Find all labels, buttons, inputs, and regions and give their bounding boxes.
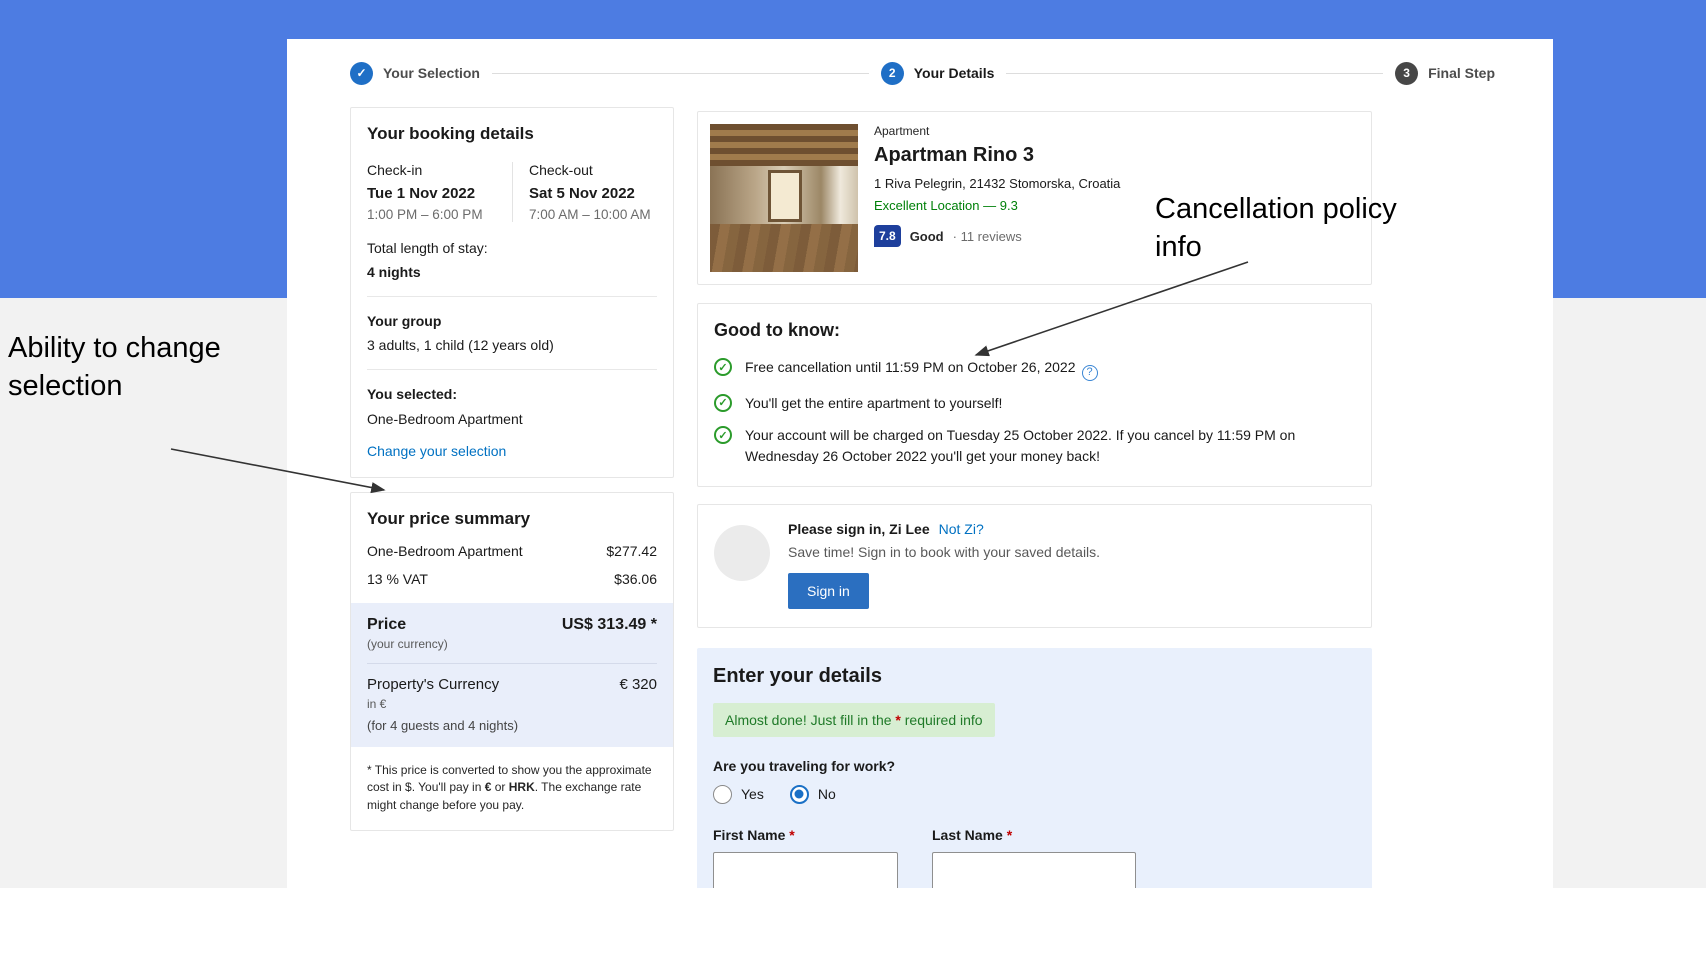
booking-details-title: Your booking details (367, 124, 534, 143)
price-highlight: Price (your currency) US$ 313.49 * Prope… (351, 603, 673, 747)
location-score: Excellent Location — 9.3 (874, 198, 1018, 213)
price-row-label: One-Bedroom Apartment (367, 543, 523, 559)
group-value: 3 adults, 1 child (12 years old) (367, 337, 554, 353)
property-currency-value: € 320 (619, 676, 657, 693)
booking-details-card: Your booking details Check-in Tue 1 Nov … (350, 107, 674, 478)
step-number-icon: 3 (1395, 61, 1419, 85)
selected-room: One-Bedroom Apartment (367, 411, 523, 427)
currency-note: (your currency) (367, 637, 448, 651)
step-label: Your Details (913, 65, 995, 81)
sign-in-button[interactable]: Sign in (788, 572, 869, 609)
property-currency-sub: in € (367, 697, 387, 711)
guests-nights-note: (for 4 guests and 4 nights) (367, 718, 519, 733)
price-row: One-Bedroom Apartment $277.42 (367, 543, 657, 559)
signin-card: Please sign in, Zi Lee Not Zi? Save time… (697, 503, 1372, 628)
first-name-field: First Name * (713, 827, 898, 888)
list-item: ✓ You'll get the entire apartment to you… (714, 393, 1355, 413)
first-name-label: First Name * (713, 826, 795, 843)
step-your-details: 2 Your Details (880, 61, 995, 85)
rating-badge: 7.8 (874, 225, 901, 247)
total-price-value: US$ 313.49 * (561, 616, 657, 633)
price-summary-title: Your price summary (367, 509, 531, 528)
last-name-label: Last Name * (932, 826, 1013, 843)
checkout-time: 7:00 AM – 10:00 AM (529, 207, 651, 222)
enter-details-title: Enter your details (713, 664, 882, 687)
divider (367, 663, 657, 664)
booking-checkout-page: ✓ Your Selection 2 Your Details 3 Final … (287, 39, 1553, 888)
price-disclaimer: * This price is converted to show you th… (367, 763, 652, 812)
checkin-date: Tue 1 Nov 2022 (367, 185, 476, 202)
radio-yes[interactable]: Yes (713, 784, 764, 804)
required-asterisk: * (789, 826, 795, 843)
selected-label: You selected: (367, 386, 457, 402)
good-to-know-card: Good to know: ✓ Free cancellation until … (697, 303, 1372, 487)
avatar (714, 524, 770, 581)
work-travel-question: Are you traveling for work? (713, 757, 896, 774)
photo-window (768, 170, 802, 222)
free-cancellation-text: Free cancellation until 11:59 PM on Octo… (745, 359, 1076, 375)
not-you-link[interactable]: Not Zi? (939, 521, 984, 537)
rating-row: 7.8 Good · 11 reviews (874, 225, 1120, 247)
step-number-icon: 2 (880, 61, 904, 85)
check-circle-icon: ✓ (350, 61, 373, 85)
enter-details-panel: Enter your details Almost done! Just fil… (697, 647, 1372, 888)
checkout-label: Check-out (529, 162, 593, 178)
annotation-cancellation-policy: Cancellation policy info (1155, 193, 1397, 263)
step-label: Your Selection (383, 65, 480, 81)
checkin-block: Check-in Tue 1 Nov 2022 1:00 PM – 6:00 P… (367, 162, 512, 222)
charge-policy-text: Your account will be charged on Tuesday … (745, 427, 1296, 464)
step-label: Final Step (1428, 65, 1496, 81)
photo-ceiling (710, 124, 858, 166)
entire-apartment-text: You'll get the entire apartment to yours… (745, 394, 1003, 411)
stay-length-value: 4 nights (367, 264, 421, 280)
photo-floor (710, 224, 858, 272)
check-icon: ✓ (714, 426, 732, 445)
divider (367, 369, 657, 370)
checkout-block: Check-out Sat 5 Nov 2022 7:00 AM – 10:00… (512, 162, 657, 222)
stepper-connector (491, 72, 869, 74)
good-to-know-title: Good to know: (714, 320, 840, 340)
checkin-label: Check-in (367, 162, 423, 178)
property-type: Apartment (874, 124, 930, 138)
price-row-value: $36.06 (614, 571, 657, 587)
checkout-stepper: ✓ Your Selection 2 Your Details 3 Final … (287, 39, 1553, 107)
step-final-step: 3 Final Step (1395, 61, 1496, 85)
property-name: Apartman Rino 3 (874, 144, 1035, 166)
property-currency-label: Property's Currency (367, 676, 500, 693)
checkout-date: Sat 5 Nov 2022 (529, 185, 635, 202)
radio-no[interactable]: No (789, 784, 836, 804)
check-icon: ✓ (714, 358, 732, 376)
first-name-input[interactable] (713, 851, 898, 888)
check-icon: ✓ (714, 393, 732, 412)
property-photo (710, 124, 858, 272)
step-your-selection: ✓ Your Selection (350, 61, 480, 85)
radio-icon-checked[interactable] (789, 784, 809, 804)
annotation-change-selection: Ability to change selection (8, 332, 221, 402)
work-travel-radios: Yes No (713, 784, 1356, 804)
help-icon[interactable]: ? (1081, 364, 1098, 381)
list-item: ✓ Your account will be charged on Tuesda… (714, 425, 1355, 466)
price-row: 13 % VAT $36.06 (367, 571, 657, 587)
stepper-connector (1006, 72, 1384, 74)
list-item: ✓ Free cancellation until 11:59 PM on Oc… (714, 357, 1355, 381)
required-asterisk: * (1006, 826, 1013, 843)
last-name-field: Last Name * (932, 827, 1136, 888)
signin-title: Please sign in, Zi Lee (788, 520, 930, 537)
property-address: 1 Riva Pelegrin, 21432 Stomorska, Croati… (874, 176, 1121, 191)
rating-word: Good (909, 228, 944, 244)
price-summary-card: Your price summary One-Bedroom Apartment… (350, 492, 674, 832)
price-row-label: 13 % VAT (367, 571, 428, 587)
review-count: · 11 reviews (952, 228, 1022, 244)
group-label: Your group (367, 313, 442, 329)
checkin-time: 1:00 PM – 6:00 PM (367, 207, 483, 222)
almost-done-alert: Almost done! Just fill in the * required… (713, 702, 995, 737)
price-row-value: $277.42 (606, 543, 657, 559)
radio-icon[interactable] (713, 784, 732, 804)
divider (367, 296, 657, 297)
last-name-input[interactable] (932, 851, 1136, 888)
total-price-label: Price (367, 616, 407, 633)
change-selection-link[interactable]: Change your selection (367, 443, 506, 459)
signin-subtitle: Save time! Sign in to book with your sav… (788, 543, 1101, 560)
stay-length-label: Total length of stay: (367, 240, 488, 256)
